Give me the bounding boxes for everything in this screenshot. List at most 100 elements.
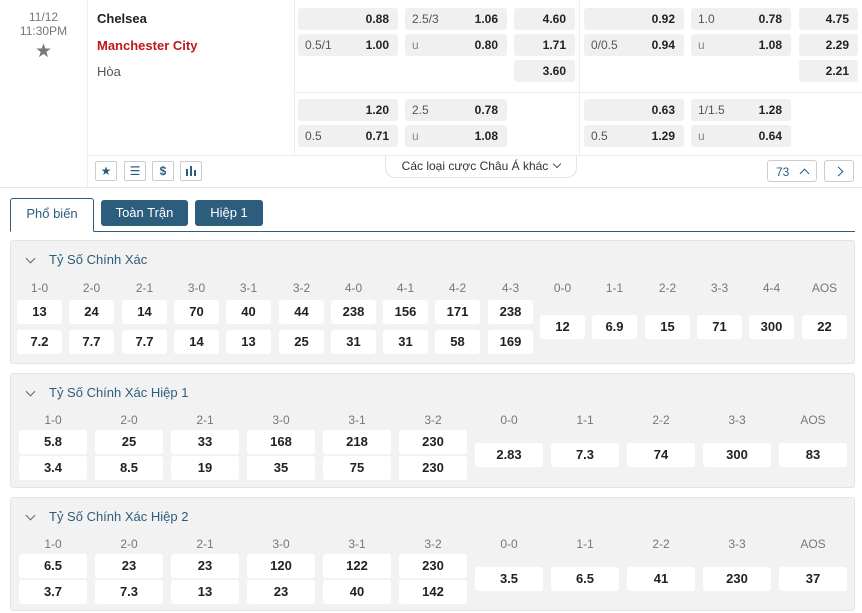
score-odds-away[interactable]: 35 (247, 456, 315, 480)
dollar-icon[interactable]: $ (152, 161, 174, 181)
score-odds-home[interactable]: 218 (323, 430, 391, 454)
score-odds-home[interactable]: 6.5 (19, 554, 87, 578)
chevron-down-icon[interactable] (25, 386, 36, 397)
score-odds-home[interactable]: 230 (399, 554, 467, 578)
odds-cell[interactable]: u 1.08 (691, 34, 791, 56)
score-odds-away[interactable]: 169 (488, 330, 533, 354)
score-odds-away[interactable]: 3.4 (19, 456, 87, 480)
chart-icon[interactable] (180, 161, 202, 181)
panel-title[interactable]: Tỷ Số Chính Xác Hiệp 2 (49, 509, 188, 524)
score-odds-draw[interactable]: 12 (540, 315, 585, 339)
score-odds-draw[interactable]: 2.83 (475, 443, 543, 467)
score-odds-home[interactable]: 122 (323, 554, 391, 578)
more-markets-count[interactable]: 73 (767, 160, 817, 182)
score-odds-draw[interactable]: 83 (779, 443, 847, 467)
star-icon[interactable]: ★ (95, 161, 117, 181)
score-odds-home[interactable]: 40 (226, 300, 271, 324)
home-team[interactable]: Chelsea (97, 11, 147, 26)
chevron-down-icon[interactable] (25, 253, 36, 264)
score-odds-away[interactable]: 230 (399, 456, 467, 480)
score-odds-home[interactable]: 230 (399, 430, 467, 454)
odds-cell[interactable]: 2.29 (799, 34, 858, 56)
list-icon[interactable]: ☰ (124, 161, 146, 181)
score-odds-draw[interactable]: 71 (697, 315, 742, 339)
tab-first-half[interactable]: Hiệp 1 (195, 200, 263, 226)
odds-cell[interactable]: 1/1.5 1.28 (691, 99, 791, 121)
next-button[interactable] (824, 160, 854, 182)
score-odds-draw[interactable]: 22 (802, 315, 847, 339)
score-odds-away[interactable]: 3.7 (19, 580, 87, 604)
odds-cell[interactable]: u 0.80 (405, 34, 507, 56)
score-odds-draw[interactable]: 41 (627, 567, 695, 591)
score-odds-home[interactable]: 13 (17, 300, 62, 324)
score-odds-away[interactable]: 142 (399, 580, 467, 604)
tab-popular[interactable]: Phổ biến (10, 198, 94, 232)
score-odds-home[interactable]: 44 (279, 300, 324, 324)
score-odds-draw[interactable]: 230 (703, 567, 771, 591)
score-odds-home[interactable]: 238 (331, 300, 376, 324)
score-odds-draw[interactable]: 37 (779, 567, 847, 591)
score-odds-draw[interactable]: 6.9 (592, 315, 637, 339)
odds-cell[interactable]: 0.63 (584, 99, 684, 121)
panel-title[interactable]: Tỷ Số Chính Xác Hiệp 1 (49, 385, 188, 400)
odds-cell[interactable]: 1.20 (298, 99, 398, 121)
score-odds-away[interactable]: 8.5 (95, 456, 163, 480)
odds-cell[interactable]: 0.88 (298, 8, 398, 30)
score-odds-away[interactable]: 19 (171, 456, 239, 480)
score-odds-away[interactable]: 13 (226, 330, 271, 354)
score-odds-draw[interactable]: 7.3 (551, 443, 619, 467)
score-odds-away[interactable]: 40 (323, 580, 391, 604)
score-odds-away[interactable]: 7.7 (122, 330, 167, 354)
score-odds-draw[interactable]: 300 (703, 443, 771, 467)
score-odds-home[interactable]: 23 (171, 554, 239, 578)
odds-cell[interactable]: 3.60 (514, 60, 575, 82)
odds-cell[interactable]: 0.92 (584, 8, 684, 30)
score-odds-away[interactable]: 7.2 (17, 330, 62, 354)
score-odds-home[interactable]: 238 (488, 300, 533, 324)
tab-full-match[interactable]: Toàn Trận (101, 200, 188, 226)
panel-title[interactable]: Tỷ Số Chính Xác (49, 252, 147, 267)
odds-cell[interactable]: 2.5/3 1.06 (405, 8, 507, 30)
score-odds-home[interactable]: 33 (171, 430, 239, 454)
chevron-down-icon[interactable] (25, 510, 36, 521)
score-odds-home[interactable]: 5.8 (19, 430, 87, 454)
odds-cell[interactable]: 4.60 (514, 8, 575, 30)
score-odds-home[interactable]: 171 (435, 300, 480, 324)
odds-cell[interactable]: 1.71 (514, 34, 575, 56)
odds-cell[interactable]: 0.5 0.71 (298, 125, 398, 147)
odds-cell[interactable]: 0.5 1.29 (584, 125, 684, 147)
odds-cell[interactable]: 0.5/1 1.00 (298, 34, 398, 56)
score-odds-away[interactable]: 14 (174, 330, 219, 354)
score-odds-draw[interactable]: 6.5 (551, 567, 619, 591)
more-bets-toggle[interactable]: Các loại cược Châu Á khác (385, 156, 577, 178)
score-odds-home[interactable]: 70 (174, 300, 219, 324)
score-odds-draw[interactable]: 3.5 (475, 567, 543, 591)
score-odds-home[interactable]: 168 (247, 430, 315, 454)
score-odds-draw[interactable]: 15 (645, 315, 690, 339)
score-odds-away[interactable]: 7.3 (95, 580, 163, 604)
score-odds-home[interactable]: 14 (122, 300, 167, 324)
score-odds-away[interactable]: 75 (323, 456, 391, 480)
score-odds-home[interactable]: 23 (95, 554, 163, 578)
favorite-star-icon[interactable]: ★ (0, 40, 87, 63)
odds-cell[interactable]: u 0.64 (691, 125, 791, 147)
odds-cell[interactable]: 0/0.5 0.94 (584, 34, 684, 56)
score-odds-away[interactable]: 58 (435, 330, 480, 354)
score-odds-away[interactable]: 31 (331, 330, 376, 354)
score-odds-home[interactable]: 25 (95, 430, 163, 454)
score-odds-away[interactable]: 31 (383, 330, 428, 354)
score-odds-draw[interactable]: 300 (749, 315, 794, 339)
score-odds-home[interactable]: 120 (247, 554, 315, 578)
score-odds-away[interactable]: 13 (171, 580, 239, 604)
score-odds-away[interactable]: 23 (247, 580, 315, 604)
odds-cell[interactable]: 2.5 0.78 (405, 99, 507, 121)
odds-cell[interactable]: 4.75 (799, 8, 858, 30)
score-odds-home[interactable]: 24 (69, 300, 114, 324)
odds-cell[interactable]: 2.21 (799, 60, 858, 82)
away-team[interactable]: Manchester City (97, 38, 197, 53)
score-odds-away[interactable]: 25 (279, 330, 324, 354)
score-odds-away[interactable]: 7.7 (69, 330, 114, 354)
odds-cell[interactable]: 1.0 0.78 (691, 8, 791, 30)
odds-cell[interactable]: u 1.08 (405, 125, 507, 147)
score-odds-draw[interactable]: 74 (627, 443, 695, 467)
